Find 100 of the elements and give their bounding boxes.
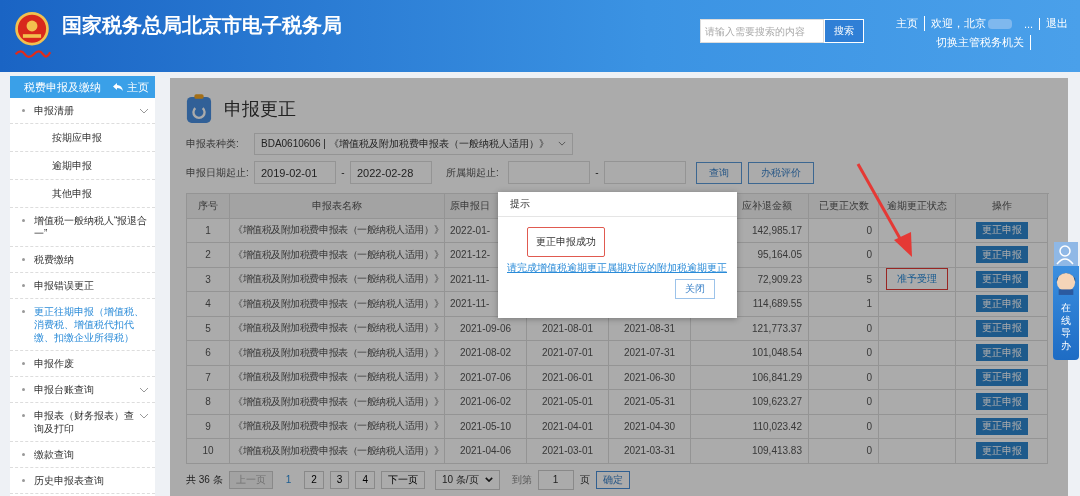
correct-button[interactable]: 更正申报 xyxy=(975,393,1028,411)
table-cell: 0 xyxy=(809,414,879,439)
total-count: 共 36 条 xyxy=(186,472,223,487)
sidebar-item[interactable]: 申报清册 xyxy=(10,98,155,124)
table-cell: 《增值税及附加税费申报表（一般纳税人适用）》 xyxy=(230,243,445,268)
table-cell: 101,048.54 xyxy=(691,341,809,366)
table-cell: 2021-06-01 xyxy=(527,365,609,390)
sidebar-item[interactable]: 缴款查询 xyxy=(10,442,155,468)
sidebar-item[interactable]: 更正往期申报（增值税、消费税、增值税代扣代缴、扣缴企业所得税） xyxy=(10,299,155,351)
table-cell: 《增值税及附加税费申报表（一般纳税人适用）》 xyxy=(230,218,445,243)
table-cell: 0 xyxy=(809,341,879,366)
date-field[interactable]: 2019-02-01 xyxy=(254,161,336,184)
table-cell: 2021-05-01 xyxy=(527,390,609,415)
correct-button[interactable]: 更正申报 xyxy=(975,221,1028,239)
table-cell: 1 xyxy=(187,218,230,243)
table-cell: 0 xyxy=(809,243,879,268)
table-cell: 2021-06-02 xyxy=(445,390,527,415)
table-cell: 2021-03-01 xyxy=(527,439,609,464)
field-label: 申报表种类: xyxy=(186,136,240,151)
table-cell: 《增值税及附加税费申报表（一般纳税人适用）》 xyxy=(230,316,445,341)
page-button[interactable]: 2 xyxy=(304,470,324,489)
page-unit: 页 xyxy=(579,472,590,487)
table-cell: 《增值税及附加税费申报表（一般纳税人适用）》 xyxy=(230,365,445,390)
blurred-name xyxy=(988,18,1012,29)
dialog-title: 提示 xyxy=(498,192,737,217)
page-title: 申报更正 xyxy=(224,98,296,121)
next-page-button[interactable]: 下一页 xyxy=(380,470,425,489)
switch-office-link[interactable]: 切换主管税务机关 xyxy=(930,35,1031,50)
table-cell: 《增值税及附加税费申报表（一般纳税人适用）》 xyxy=(230,439,445,464)
table-cell: 2021-05-31 xyxy=(609,390,691,415)
correct-button[interactable]: 更正申报 xyxy=(975,270,1028,288)
correct-button[interactable]: 更正申报 xyxy=(975,368,1028,386)
search-field[interactable]: 请输入需要搜索的内容 xyxy=(700,19,824,43)
correct-button[interactable]: 更正申报 xyxy=(975,442,1028,460)
correct-button[interactable]: 更正申报 xyxy=(975,246,1028,264)
correct-button[interactable]: 更正申报 xyxy=(975,295,1028,313)
table-cell: 0 xyxy=(809,390,879,415)
table-cell: 《增值税及附加税费申报表（一般纳税人适用）》 xyxy=(230,390,445,415)
table-cell: 6 xyxy=(187,341,230,366)
close-button[interactable]: 关闭 xyxy=(675,279,715,299)
table-cell: 7 xyxy=(187,365,230,390)
correct-button[interactable]: 更正申报 xyxy=(975,417,1028,435)
range-dash: - xyxy=(594,167,600,178)
sidebar-item[interactable]: 申报错误更正 xyxy=(10,273,155,299)
sidebar-item[interactable]: 历史申报表查询 xyxy=(10,468,155,494)
table-cell: 109,623.27 xyxy=(691,390,809,415)
page-input[interactable]: 1 xyxy=(537,469,574,490)
table-cell: 2021-04-06 xyxy=(445,439,527,464)
page-size-select[interactable]: 10 条/页 xyxy=(434,469,500,490)
correct-button[interactable]: 更正申报 xyxy=(975,344,1028,362)
table-cell: 0 xyxy=(809,218,879,243)
table-cell: 110,023.42 xyxy=(691,414,809,439)
header-link[interactable]: 退出 xyxy=(1040,16,1075,31)
status-text: 准予受理 xyxy=(886,268,948,291)
date-field[interactable]: 2022-02-28 xyxy=(350,161,432,184)
online-guide-tab[interactable]: 在线导办 xyxy=(1053,266,1079,360)
sidebar-subitem[interactable]: 按期应申报 xyxy=(10,124,155,152)
sidebar-item[interactable]: 税费缴纳 xyxy=(10,247,155,273)
query-button[interactable]: 查询 xyxy=(696,161,742,184)
search-button[interactable]: 搜索 xyxy=(824,19,864,43)
table-cell: 9 xyxy=(187,414,230,439)
page-button[interactable]: 4 xyxy=(355,470,375,489)
sidebar-item[interactable]: 增值税一般纳税人“报退合一” xyxy=(10,208,155,247)
form-type-select[interactable]: BDA0610606 | 《增值税及附加税费申报表（一般纳税人适用）》 xyxy=(254,132,573,155)
table-cell: 《增值税及附加税费申报表（一般纳税人适用）》 xyxy=(230,341,445,366)
field-label: 申报日期起止: xyxy=(186,165,250,180)
confirm-button[interactable]: 确定 xyxy=(595,470,630,489)
clipboard-icon xyxy=(186,94,212,124)
correct-button[interactable]: 更正申报 xyxy=(975,319,1028,337)
column-header: 申报表名称 xyxy=(230,194,445,219)
name-ellipsis: ... xyxy=(1018,17,1041,30)
table-cell: 2 xyxy=(187,243,230,268)
table-cell: 《增值税及附加税费申报表（一般纳税人适用）》 xyxy=(230,292,445,317)
agent-icon xyxy=(1055,270,1077,296)
table-cell: 5 xyxy=(187,316,230,341)
sidebar-subitem[interactable]: 其他申报 xyxy=(10,180,155,208)
table-cell: 3 xyxy=(187,267,230,292)
site-title: 国家税务总局北京市电子税务局 xyxy=(62,12,343,38)
column-header: 操作 xyxy=(956,194,1048,219)
table-cell: 4 xyxy=(187,292,230,317)
column-header: 逾期更正状态 xyxy=(879,194,956,219)
page-button[interactable]: 3 xyxy=(329,470,350,489)
sidebar-subitem[interactable]: 逾期申报 xyxy=(10,152,155,180)
back-icon xyxy=(112,82,124,92)
header-link[interactable]: 主页 xyxy=(890,16,925,31)
table-cell: 2021-07-31 xyxy=(609,341,691,366)
page-button[interactable]: 1 xyxy=(278,470,299,489)
table-cell: 2021-05-10 xyxy=(445,414,527,439)
goto-label: 到第 xyxy=(511,472,532,487)
sidebar-item[interactable]: 申报台账查询 xyxy=(10,377,155,403)
rate-button[interactable]: 办税评价 xyxy=(748,161,814,184)
table-cell: 2021-04-30 xyxy=(609,414,691,439)
sidebar-item[interactable]: 申报作废 xyxy=(10,351,155,377)
sidebar-item[interactable]: 申报表（财务报表）查询及打印 xyxy=(10,403,155,442)
table-cell: 2021-06-30 xyxy=(609,365,691,390)
table-cell: 《增值税及附加税费申报表（一般纳税人适用）》 xyxy=(230,267,445,292)
home-link[interactable]: 主页 xyxy=(112,79,149,95)
table-cell: 2021-03-31 xyxy=(609,439,691,464)
table-cell: 《增值税及附加税费申报表（一般纳税人适用）》 xyxy=(230,414,445,439)
header-link[interactable]: 欢迎，北京 xyxy=(925,16,988,31)
